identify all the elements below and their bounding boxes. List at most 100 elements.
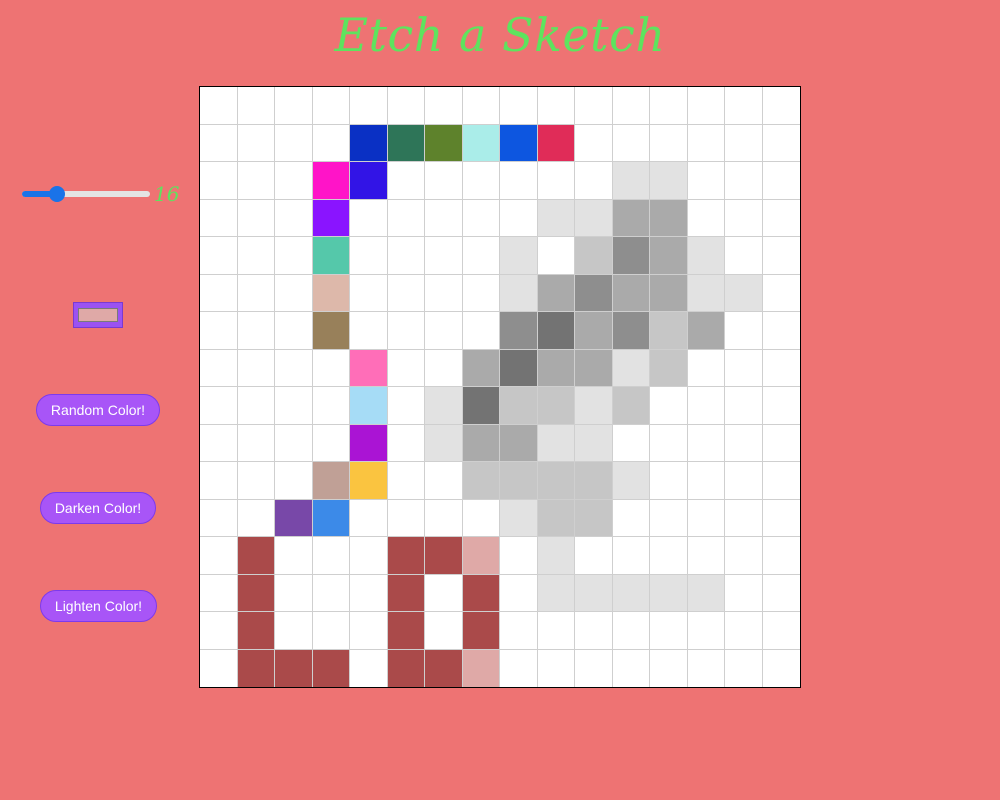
grid-cell[interactable] bbox=[650, 649, 688, 687]
grid-cell[interactable] bbox=[200, 462, 238, 500]
grid-cell[interactable] bbox=[575, 87, 613, 125]
grid-cell[interactable] bbox=[500, 162, 538, 200]
grid-cell[interactable] bbox=[350, 349, 388, 387]
grid-cell[interactable] bbox=[275, 312, 313, 350]
grid-cell[interactable] bbox=[200, 312, 238, 350]
grid-cell[interactable] bbox=[612, 537, 650, 575]
grid-cell[interactable] bbox=[350, 424, 388, 462]
grid-cell[interactable] bbox=[200, 274, 238, 312]
grid-cell[interactable] bbox=[275, 349, 313, 387]
grid-cell[interactable] bbox=[537, 237, 575, 275]
grid-cell[interactable] bbox=[350, 574, 388, 612]
grid-cell[interactable] bbox=[575, 387, 613, 425]
grid-cell[interactable] bbox=[462, 649, 500, 687]
grid-cell[interactable] bbox=[612, 462, 650, 500]
grid-cell[interactable] bbox=[725, 649, 763, 687]
grid-cell[interactable] bbox=[687, 462, 725, 500]
grid-cell[interactable] bbox=[575, 537, 613, 575]
grid-cell[interactable] bbox=[500, 237, 538, 275]
grid-cell[interactable] bbox=[275, 499, 313, 537]
grid-cell[interactable] bbox=[237, 199, 275, 237]
grid-cell[interactable] bbox=[687, 237, 725, 275]
grid-cell[interactable] bbox=[725, 124, 763, 162]
grid-cell[interactable] bbox=[687, 274, 725, 312]
grid-cell[interactable] bbox=[350, 162, 388, 200]
grid-cell[interactable] bbox=[237, 349, 275, 387]
darken-color-button[interactable]: Darken Color! bbox=[40, 492, 156, 524]
grid-cell[interactable] bbox=[237, 462, 275, 500]
grid-cell[interactable] bbox=[200, 612, 238, 650]
grid-cell[interactable] bbox=[725, 312, 763, 350]
grid-cell[interactable] bbox=[275, 274, 313, 312]
grid-cell[interactable] bbox=[537, 612, 575, 650]
grid-cell[interactable] bbox=[462, 499, 500, 537]
grid-cell[interactable] bbox=[575, 649, 613, 687]
grid-cell[interactable] bbox=[725, 387, 763, 425]
grid-cell[interactable] bbox=[725, 462, 763, 500]
grid-cell[interactable] bbox=[387, 274, 425, 312]
grid-cell[interactable] bbox=[500, 462, 538, 500]
grid-cell[interactable] bbox=[237, 649, 275, 687]
grid-cell[interactable] bbox=[650, 349, 688, 387]
grid-cell[interactable] bbox=[425, 574, 463, 612]
sketch-grid[interactable] bbox=[199, 86, 801, 688]
grid-cell[interactable] bbox=[762, 425, 800, 462]
grid-cell[interactable] bbox=[237, 424, 275, 462]
grid-cell[interactable] bbox=[237, 237, 275, 275]
grid-cell[interactable] bbox=[612, 349, 650, 387]
grid-cell[interactable] bbox=[500, 612, 538, 650]
grid-cell[interactable] bbox=[725, 274, 763, 312]
grid-cell[interactable] bbox=[762, 575, 800, 612]
grid-cell[interactable] bbox=[537, 124, 575, 162]
grid-cell[interactable] bbox=[350, 237, 388, 275]
grid-cell[interactable] bbox=[200, 349, 238, 387]
grid-cell[interactable] bbox=[312, 124, 350, 162]
grid-cell[interactable] bbox=[537, 162, 575, 200]
grid-cell[interactable] bbox=[575, 237, 613, 275]
grid-cell[interactable] bbox=[762, 125, 800, 162]
grid-cell[interactable] bbox=[762, 237, 800, 275]
grid-cell[interactable] bbox=[237, 312, 275, 350]
grid-cell[interactable] bbox=[725, 349, 763, 387]
grid-cell[interactable] bbox=[762, 312, 800, 350]
grid-cell[interactable] bbox=[725, 237, 763, 275]
grid-cell[interactable] bbox=[687, 612, 725, 650]
grid-cell[interactable] bbox=[425, 499, 463, 537]
grid-cell[interactable] bbox=[650, 162, 688, 200]
grid-cell[interactable] bbox=[237, 499, 275, 537]
grid-cell[interactable] bbox=[687, 162, 725, 200]
grid-cell[interactable] bbox=[687, 499, 725, 537]
grid-cell[interactable] bbox=[612, 612, 650, 650]
grid-cell[interactable] bbox=[425, 87, 463, 125]
grid-cell[interactable] bbox=[387, 462, 425, 500]
grid-cell[interactable] bbox=[687, 124, 725, 162]
grid-cell[interactable] bbox=[312, 612, 350, 650]
grid-cell[interactable] bbox=[762, 87, 800, 125]
grid-cell[interactable] bbox=[312, 499, 350, 537]
grid-cell[interactable] bbox=[462, 162, 500, 200]
grid-cell[interactable] bbox=[237, 537, 275, 575]
grid-cell[interactable] bbox=[462, 237, 500, 275]
grid-cell[interactable] bbox=[575, 499, 613, 537]
grid-cell[interactable] bbox=[200, 499, 238, 537]
grid-cell[interactable] bbox=[425, 612, 463, 650]
grid-cell[interactable] bbox=[687, 87, 725, 125]
grid-cell[interactable] bbox=[200, 199, 238, 237]
grid-cell[interactable] bbox=[687, 537, 725, 575]
grid-cell[interactable] bbox=[425, 162, 463, 200]
grid-cell[interactable] bbox=[762, 387, 800, 425]
grid-cell[interactable] bbox=[312, 349, 350, 387]
grid-cell[interactable] bbox=[312, 424, 350, 462]
grid-cell[interactable] bbox=[237, 274, 275, 312]
grid-cell[interactable] bbox=[613, 649, 650, 687]
grid-cell[interactable] bbox=[425, 649, 463, 687]
grid-cell[interactable] bbox=[650, 237, 688, 275]
grid-cell[interactable] bbox=[537, 424, 575, 462]
grid-cell[interactable] bbox=[312, 199, 350, 237]
grid-cell[interactable] bbox=[350, 87, 388, 125]
grid-cell[interactable] bbox=[425, 387, 463, 425]
grid-cell[interactable] bbox=[537, 574, 575, 612]
grid-cell[interactable] bbox=[650, 424, 688, 462]
grid-cell[interactable] bbox=[537, 499, 575, 537]
grid-cell[interactable] bbox=[312, 537, 350, 575]
